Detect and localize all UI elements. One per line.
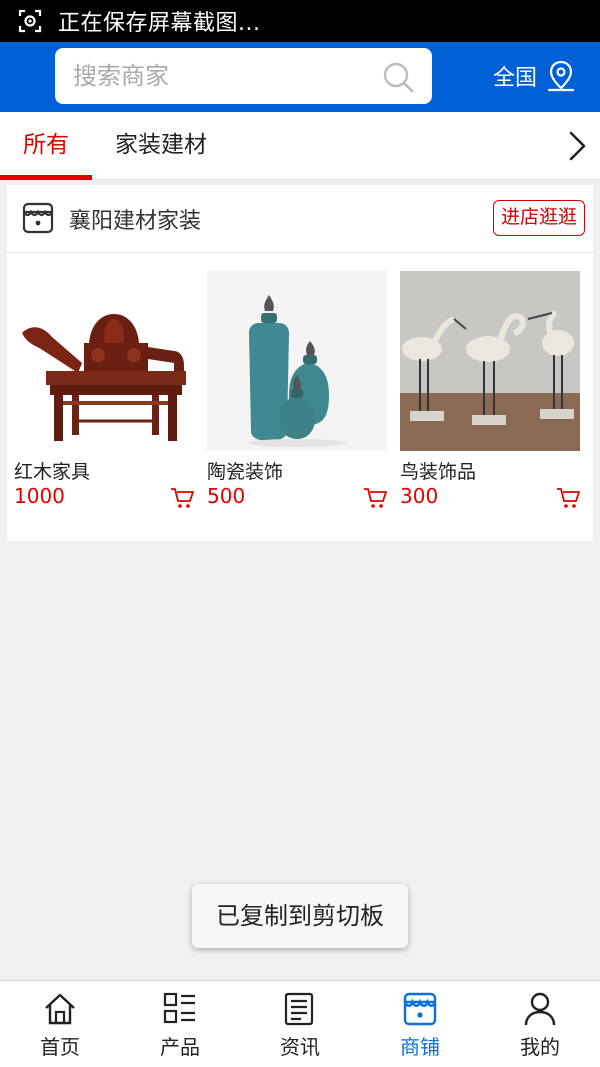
location-icon	[547, 60, 575, 92]
status-text: 正在保存屏幕截图...	[58, 11, 261, 36]
product-name: 鸟装饰品	[400, 461, 477, 483]
visit-shop-button[interactable]: 进店逛逛	[492, 200, 585, 236]
screenshot-icon	[18, 9, 42, 33]
shop-icon	[22, 202, 54, 234]
product-price: 500	[207, 484, 246, 508]
status-bar: 正在保存屏幕截图...	[0, 0, 600, 42]
toast-message: 已复制到剪切板	[192, 884, 408, 948]
nav-label: 产品	[160, 1035, 200, 1059]
nav-home[interactable]: 首页	[0, 981, 120, 1067]
tab-home-building-materials[interactable]: 家装建材	[100, 112, 222, 180]
nav-label: 我的	[520, 1035, 560, 1059]
store-icon	[403, 992, 437, 1026]
product-name: 陶瓷装饰	[207, 461, 284, 483]
product-name: 红木家具	[14, 461, 91, 483]
search-icon[interactable]	[382, 61, 414, 93]
search-box[interactable]	[55, 48, 432, 104]
region-selector[interactable]: 全国	[493, 56, 577, 96]
shop-card: 襄阳建材家装 进店逛逛 红木家具 1000 陶瓷装饰 500 鸟装饰品 300	[7, 185, 593, 541]
app-header: 全国	[0, 42, 600, 112]
cart-icon[interactable]	[170, 487, 194, 509]
bottom-nav: 首页 产品 资讯 商铺 我的	[0, 980, 600, 1067]
product-card[interactable]: 鸟装饰品 300	[400, 271, 580, 511]
nav-news[interactable]: 资讯	[240, 981, 360, 1067]
tab-all[interactable]: 所有	[0, 112, 92, 180]
grid-list-icon	[163, 992, 195, 1024]
product-image-bird-ornament[interactable]	[400, 271, 580, 451]
shop-header: 襄阳建材家装 进店逛逛	[7, 185, 593, 253]
product-price: 300	[400, 484, 439, 508]
product-card[interactable]: 红木家具 1000	[14, 271, 194, 511]
chevron-right-icon[interactable]	[566, 130, 588, 162]
nav-profile[interactable]: 我的	[480, 981, 600, 1067]
product-card[interactable]: 陶瓷装饰 500	[207, 271, 387, 511]
product-image-ceramic-decoration[interactable]	[207, 271, 387, 451]
nav-products[interactable]: 产品	[120, 981, 240, 1067]
news-icon	[284, 992, 314, 1026]
person-icon	[524, 992, 556, 1026]
cart-icon[interactable]	[556, 487, 580, 509]
nav-label: 首页	[40, 1035, 80, 1059]
region-label: 全国	[493, 66, 538, 91]
category-tabs: 所有 家装建材	[0, 112, 600, 180]
nav-label: 资讯	[280, 1035, 320, 1059]
home-icon	[45, 993, 75, 1025]
product-price: 1000	[14, 484, 65, 508]
nav-label: 商铺	[400, 1035, 440, 1059]
nav-store[interactable]: 商铺	[360, 981, 480, 1067]
cart-icon[interactable]	[363, 487, 387, 509]
shop-name: 襄阳建材家装	[69, 209, 202, 234]
product-image-rosewood-furniture[interactable]	[14, 271, 194, 451]
search-input[interactable]	[73, 62, 363, 90]
